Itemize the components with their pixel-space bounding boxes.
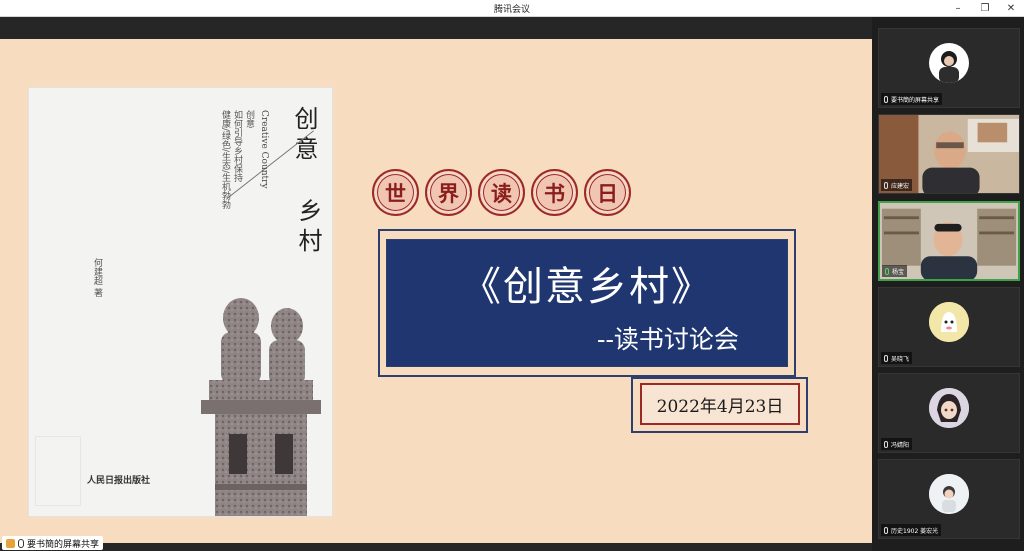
participant-label: 历史1902 姜宏光 xyxy=(881,524,942,536)
microphone-icon xyxy=(885,267,889,275)
badge-circle: 世 xyxy=(372,169,419,216)
window-titlebar: 腾讯会议 – ❐ ✕ xyxy=(0,0,1024,17)
book-cover-title-sub: 乡村 xyxy=(294,198,322,258)
book-cover-english-title: Creative Country xyxy=(259,110,269,189)
world-book-day-badges: 世 界 读 书 日 xyxy=(372,169,631,216)
microphone-icon xyxy=(884,526,888,534)
screen-share-indicator[interactable]: 要书簡的屏幕共享 xyxy=(2,536,104,550)
participant-name: 吴晓飞 xyxy=(891,355,910,363)
minimize-icon[interactable]: – xyxy=(945,0,971,17)
participant-panel: 要书簡的屏幕共享 应建宏 杨宝 吴晓飞 冯婧阳 历史1902 姜宏光 xyxy=(872,17,1024,551)
presentation-slide: 创意 乡村 Creative Country 创意 如何引导乡村保持 健康/绿色… xyxy=(0,39,872,543)
participant-tile[interactable]: 应建宏 xyxy=(878,114,1020,194)
participant-label: 要书簡的屏幕共享 xyxy=(881,93,943,105)
badge-circle: 界 xyxy=(425,169,472,216)
date-panel: 2022年4月23日 xyxy=(640,383,800,425)
participant-label: 应建宏 xyxy=(881,179,913,191)
maximize-icon[interactable]: ❐ xyxy=(972,0,998,17)
screen-share-label: 要书簡的屏幕共享 xyxy=(27,539,100,550)
book-cover-author: 何建超 著 xyxy=(92,258,102,297)
participant-name: 要书簡的屏幕共享 xyxy=(891,96,940,104)
badge-circle: 读 xyxy=(478,169,525,216)
participant-label: 冯婧阳 xyxy=(881,438,913,450)
avatar xyxy=(929,43,969,83)
window-title: 腾讯会议 xyxy=(493,5,530,15)
participant-tile[interactable]: 要书簡的屏幕共享 xyxy=(878,28,1020,108)
book-cover-desc: 如何引导乡村保持 xyxy=(232,110,242,182)
avatar xyxy=(929,302,969,342)
badge-circle: 书 xyxy=(531,169,578,216)
slide-book-title: 《创意乡村》 xyxy=(461,264,713,310)
shared-screen-area: 创意 乡村 Creative Country 创意 如何引导乡村保持 健康/绿色… xyxy=(0,17,872,551)
book-cover-desc: 创意 xyxy=(244,110,254,128)
close-icon[interactable]: ✕ xyxy=(998,0,1024,17)
title-panel: 《创意乡村》 --读书讨论会 xyxy=(386,239,788,367)
participant-tile[interactable]: 历史1902 姜宏光 xyxy=(878,459,1020,539)
slide-date: 2022年4月23日 xyxy=(656,396,784,417)
microphone-icon xyxy=(884,354,888,362)
participant-name: 杨宝 xyxy=(892,268,905,276)
avatar xyxy=(929,474,969,514)
microphone-icon xyxy=(884,440,888,448)
book-cover-publisher: 人民日报出版社 xyxy=(87,476,151,486)
microphone-icon xyxy=(884,95,888,103)
participant-name: 冯婧阳 xyxy=(891,441,910,449)
participant-label: 杨宝 xyxy=(882,265,908,277)
book-cover-label xyxy=(35,436,81,506)
participant-label: 吴晓飞 xyxy=(881,352,913,364)
participant-name: 历史1902 姜宏光 xyxy=(891,527,939,535)
stone-statue-illustration xyxy=(201,298,321,516)
microphone-icon xyxy=(884,181,888,189)
participant-tile[interactable]: 吴晓飞 xyxy=(878,287,1020,367)
book-cover-image: 创意 乡村 Creative Country 创意 如何引导乡村保持 健康/绿色… xyxy=(28,87,333,517)
avatar xyxy=(929,388,969,428)
participant-name: 应建宏 xyxy=(891,182,910,190)
participant-tile[interactable]: 冯婧阳 xyxy=(878,373,1020,453)
book-cover-desc: 健康/绿色/生态/生机勃勃 xyxy=(220,110,230,210)
microphone-icon xyxy=(18,538,24,548)
user-icon xyxy=(6,538,15,548)
slide-subtitle: --读书讨论会 xyxy=(597,325,739,354)
badge-circle: 日 xyxy=(584,169,631,216)
participant-tile-speaking[interactable]: 杨宝 xyxy=(878,201,1020,281)
